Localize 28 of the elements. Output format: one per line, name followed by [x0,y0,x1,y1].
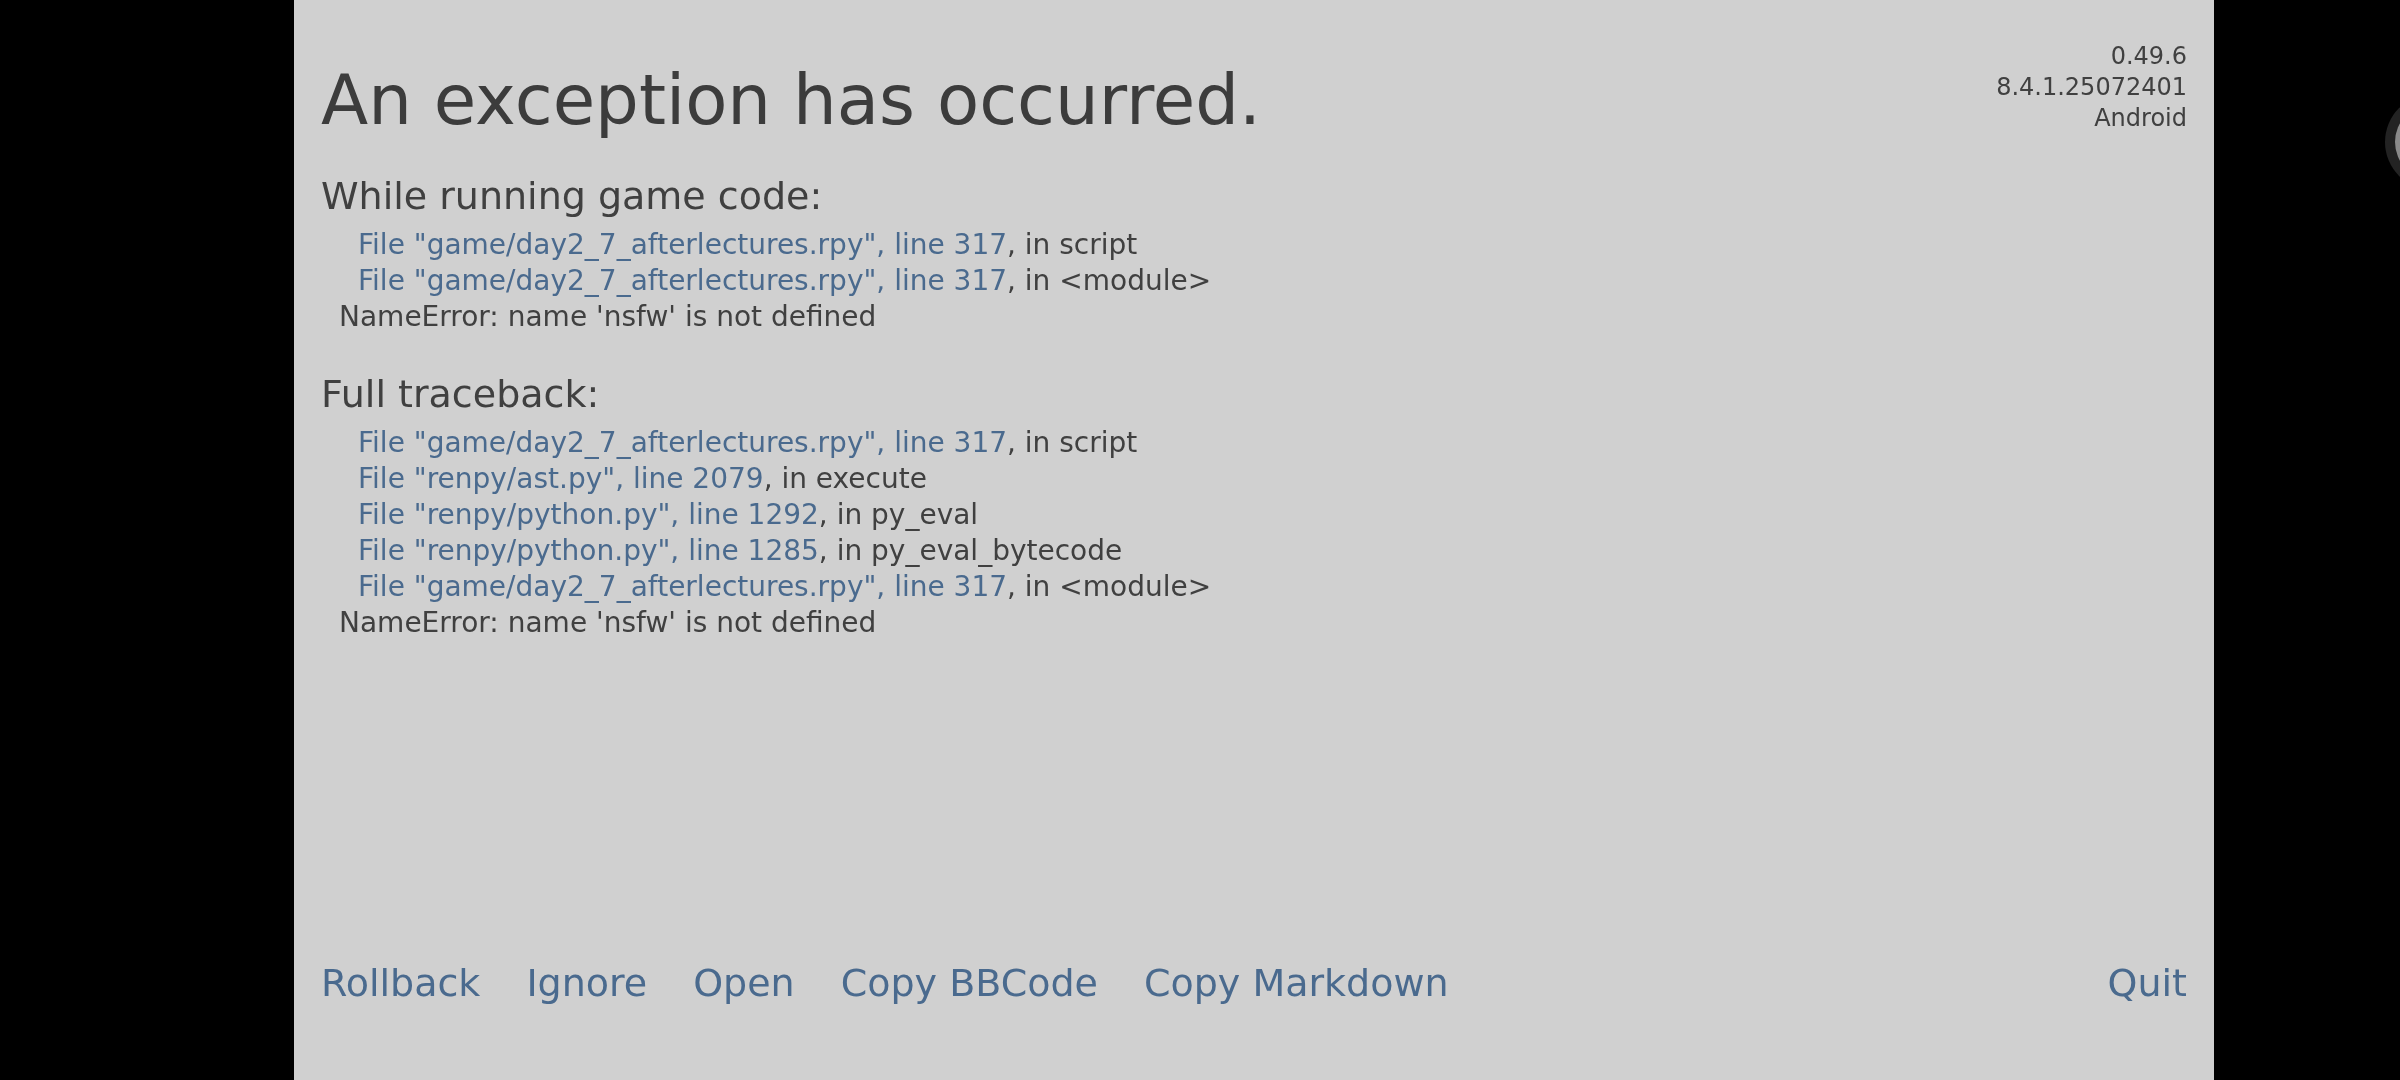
action-button[interactable]: Copy BBCode [840,958,1098,1008]
version-text: 0.49.6 [2110,41,2187,72]
traceback-line: File "renpy/ast.py", line 2079, in execute [357,461,928,497]
action-button[interactable]: Ignore [526,958,648,1008]
error-title: An exception has occurred. [321,63,1261,137]
traceback-line: File "game/day2_7_afterlectures.rpy", line 317, in script [357,227,1139,263]
file-link[interactable]: File "game/day2_7_afterlectures.rpy", line 317 [358,570,1008,603]
action-button[interactable]: Quit [2107,958,2187,1008]
traceback-line: File "game/day2_7_afterlectures.rpy", line 317, in script [357,425,1139,461]
traceback-line: File "renpy/python.py", line 1285, in py_eval_bytecode [357,533,1124,569]
section-heading: Full traceback: [321,371,601,417]
file-link[interactable]: File "game/day2_7_afterlectures.rpy", line 317 [358,228,1008,261]
file-link[interactable]: File "game/day2_7_afterlectures.rpy", line 317 [358,426,1008,459]
file-link[interactable]: File "renpy/ast.py", line 2079 [358,462,764,495]
version-text: Android [2094,103,2187,134]
action-button[interactable]: Open [693,958,795,1008]
action-button[interactable]: Copy Markdown [1143,958,1449,1008]
file-link[interactable]: File "renpy/python.py", line 1292 [358,498,819,531]
section-heading: While running game code: [321,173,824,219]
error-message: NameError: name 'nsfw' is not defined [338,605,878,641]
file-link[interactable]: File "renpy/python.py", line 1285 [358,534,819,567]
traceback-line: File "game/day2_7_afterlectures.rpy", line 317, in <module> [357,263,1213,299]
version-text: 8.4.1.25072401 [1996,72,2187,103]
error-message: NameError: name 'nsfw' is not defined [338,299,878,335]
action-button[interactable]: Rollback [321,958,481,1008]
traceback-line: File "renpy/python.py", line 1292, in py_eval [357,497,980,533]
file-link[interactable]: File "game/day2_7_afterlectures.rpy", line 317 [358,264,1008,297]
traceback-line: File "game/day2_7_afterlectures.rpy", line 317, in <module> [357,569,1213,605]
